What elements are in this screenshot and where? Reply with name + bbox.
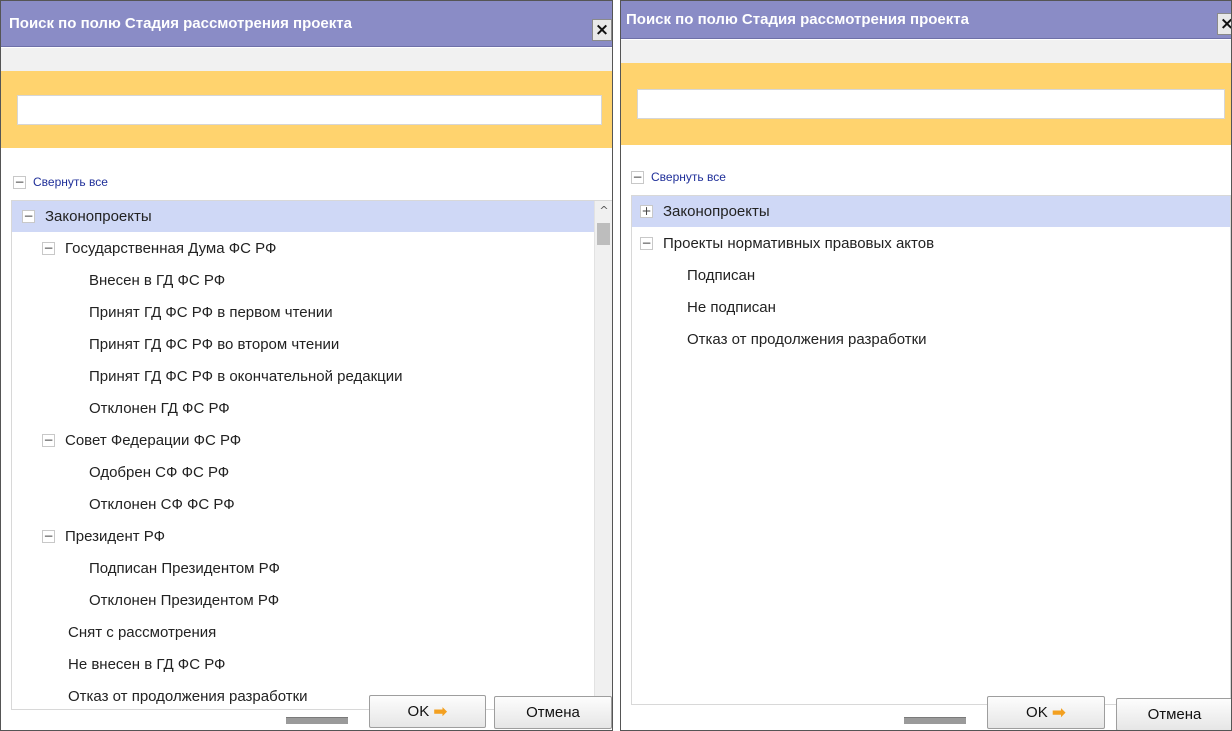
search-dialog-right: Поиск по полю Стадия рассмотрения проект… [620,0,1232,731]
tree-item[interactable]: Внесен в ГД ФС РФ [12,265,225,296]
tree-item[interactable]: Отказ от продолжения разработки [632,324,927,355]
dialog-titlebar: Поиск по полю Стадия рассмотрения проект… [621,1,1231,39]
scroll-up-icon[interactable]: ^ [595,201,612,221]
tree-item[interactable]: Принят ГД ФС РФ в окончательной редакции [12,361,403,392]
tree-item-label: Не внесен в ГД ФС РФ [68,656,226,673]
tree-item-label: Снят с рассмотрения [68,624,217,641]
tree-item-label: Подписан [687,267,756,284]
close-icon[interactable]: × [1217,13,1231,35]
tree-item-bills[interactable]: − Законопроекты [12,201,595,232]
plus-icon[interactable]: + [640,205,653,218]
tree-item-label: Законопроекты [663,203,770,220]
tree-item-label: Подписан Президентом РФ [89,560,280,577]
tree-item[interactable]: Принят ГД ФС РФ в первом чтении [12,297,333,328]
resize-grip[interactable] [904,717,966,724]
tree-item[interactable]: Подписан Президентом РФ [12,553,280,584]
tree-view: − Законопроекты − Государственная Дума Ф… [11,200,612,710]
cancel-button[interactable]: Отмена [494,696,612,729]
cancel-button[interactable]: Отмена [1116,698,1231,730]
tree-item-normative-acts[interactable]: − Проекты нормативных правовых актов [632,228,934,259]
tree-scrollbar[interactable]: ^ [594,201,612,709]
tree-item[interactable]: Подписан [632,260,755,291]
resize-grip[interactable] [286,717,348,724]
tree-item-label: Принят ГД ФС РФ в окончательной редакции [89,368,403,385]
dialog-title: Поиск по полю Стадия рассмотрения проект… [9,15,352,32]
tree-item-state-duma[interactable]: − Государственная Дума ФС РФ [12,233,276,264]
tree-item[interactable]: Отклонен СФ ФС РФ [12,489,235,520]
ok-button[interactable]: OK ➡ [369,695,486,728]
tree-item[interactable]: Одобрен СФ ФС РФ [12,457,229,488]
ok-button[interactable]: OK ➡ [987,696,1105,729]
tree-item-label: Отклонен СФ ФС РФ [89,496,235,513]
tree-item-bills[interactable]: + Законопроекты [632,196,1230,227]
tree-item-label: Проекты нормативных правовых актов [663,235,935,252]
tree-item[interactable]: Отклонен ГД ФС РФ [12,393,230,424]
dialog-title: Поиск по полю Стадия рассмотрения проект… [626,11,969,28]
tree-item-federation-council[interactable]: − Совет Федерации ФС РФ [12,425,241,456]
tree-item[interactable]: Отказ от продолжения разработки [12,681,308,709]
header-gap [621,40,1231,63]
tree-item-label: Отказ от продолжения разработки [68,688,308,705]
collapse-all-label: Свернуть все [33,175,108,189]
tree-item-label: Законопроекты [45,208,152,225]
arrow-right-icon: ➡ [433,701,448,722]
ok-label: OK [407,703,430,720]
tree-item[interactable]: Снят с рассмотрения [12,617,216,648]
search-input[interactable] [637,89,1225,119]
tree-item-label: Президент РФ [65,528,166,545]
collapse-all-button[interactable]: − Свернуть все [13,173,108,191]
minus-icon[interactable]: − [42,434,55,447]
tree-item-label: Отклонен ГД ФС РФ [89,400,230,417]
minus-icon[interactable]: − [42,242,55,255]
scroll-thumb[interactable] [597,223,610,245]
tree-item-label: Принят ГД ФС РФ в первом чтении [89,304,333,321]
search-input[interactable] [17,95,602,125]
tree-item-label: Внесен в ГД ФС РФ [89,272,226,289]
tree-item-label: Одобрен СФ ФС РФ [89,464,230,481]
close-icon[interactable]: × [592,19,612,41]
search-dialog-left: Поиск по полю Стадия рассмотрения проект… [0,0,613,731]
ok-label: OK [1026,704,1048,721]
arrow-right-icon: ➡ [1051,702,1066,723]
tree-item-label: Отказ от продолжения разработки [687,331,927,348]
header-gap [1,48,612,71]
tree-item-label: Совет Федерации ФС РФ [65,432,242,449]
tree-item-label: Государственная Дума ФС РФ [65,240,277,257]
minus-icon: − [631,169,644,184]
tree-item-label: Не подписан [687,299,776,316]
tree-item[interactable]: Принят ГД ФС РФ во втором чтении [12,329,339,360]
collapse-all-button[interactable]: − Свернуть все [631,168,726,186]
minus-icon[interactable]: − [640,237,653,250]
tree-item-president[interactable]: − Президент РФ [12,521,165,552]
minus-icon[interactable]: − [42,530,55,543]
tree-item[interactable]: Не внесен в ГД ФС РФ [12,649,225,680]
tree-item[interactable]: Отклонен Президентом РФ [12,585,279,616]
dialog-titlebar: Поиск по полю Стадия рассмотрения проект… [1,1,612,47]
tree-item-label: Отклонен Президентом РФ [89,592,280,609]
minus-icon: − [13,174,26,189]
tree-view: + Законопроекты − Проекты нормативных пр… [631,195,1231,705]
tree-item-label: Принят ГД ФС РФ во втором чтении [89,336,340,353]
tree-item[interactable]: Не подписан [632,292,776,323]
collapse-all-label: Свернуть все [651,170,726,184]
minus-icon[interactable]: − [22,210,35,223]
